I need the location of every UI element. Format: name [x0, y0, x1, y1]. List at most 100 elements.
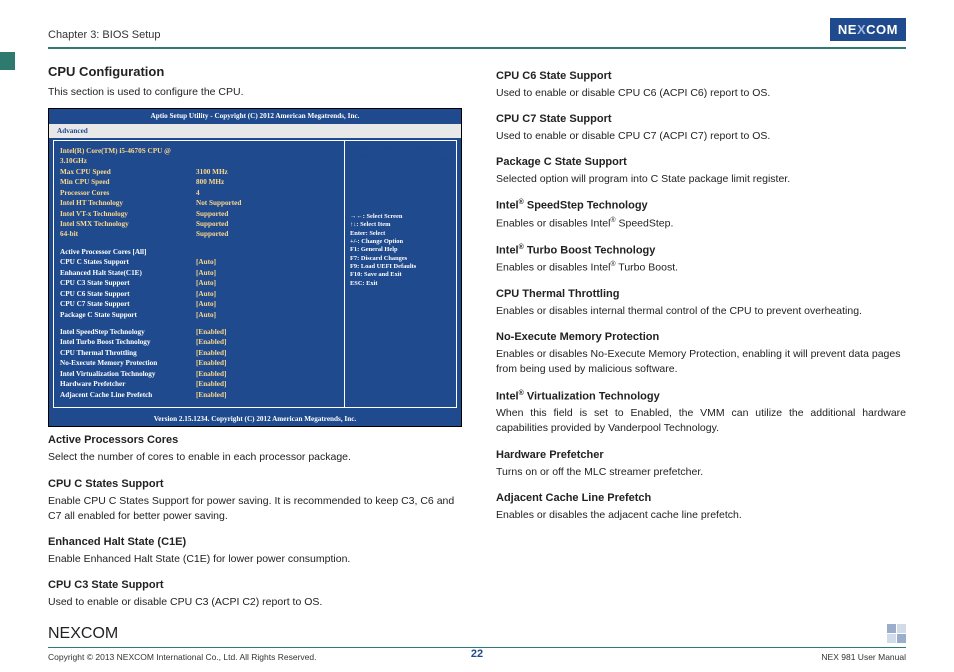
bios-tab-advanced: Advanced: [49, 124, 461, 138]
definition-heading: Intel® Virtualization Technology: [496, 389, 906, 406]
bios-row-value: [Enabled]: [196, 358, 226, 368]
content-columns: CPU Configuration This section is used t…: [0, 49, 954, 612]
bios-row-value: Not Supported: [196, 198, 241, 208]
bios-row-label: Processor Cores: [60, 188, 196, 198]
definition-body: Enables or disables the adjacent cache l…: [496, 508, 906, 523]
bios-row: Intel(R) Core(TM) i5-4670S CPU @ 3.10GHz: [60, 146, 338, 167]
bios-row-value: [Auto]: [196, 268, 216, 278]
bios-row: CPU C6 State Support[Auto]: [60, 289, 338, 299]
bios-row-label: Intel VT-x Technology: [60, 209, 196, 219]
definition-body: Enable CPU C States Support for power sa…: [48, 494, 462, 524]
definition-body: When this field is set to Enabled, the V…: [496, 406, 906, 436]
page-header: Chapter 3: BIOS Setup NEXCOM: [0, 0, 954, 41]
definition-body: Enables or disables No-Execute Memory Pr…: [496, 347, 906, 377]
bios-row: Package C State Support[Auto]: [60, 310, 338, 320]
bios-row-label: CPU Thermal Throttling: [60, 348, 196, 358]
footer-rule: [48, 647, 906, 648]
bios-row-value: [Auto]: [196, 310, 216, 320]
bios-help-text: Select the number of cores to enable in …: [350, 146, 451, 163]
bios-row-value: [Auto]: [196, 278, 216, 288]
definition-body: Used to enable or disable CPU C7 (ACPI C…: [496, 129, 906, 144]
bios-row-label: Hardware Prefetcher: [60, 379, 196, 389]
bios-row: Min CPU Speed800 MHz: [60, 177, 338, 187]
definition-body: Enables or disables Intel® SpeedStep.: [496, 216, 906, 232]
bios-hint-line: ESC: Exit: [350, 280, 451, 288]
bios-key-hints: →←: Select Screen↑↓: Select ItemEnter: S…: [350, 213, 451, 288]
bios-row-value: Supported: [196, 229, 228, 239]
bios-row: Intel SMX TechnologySupported: [60, 219, 338, 229]
footer-doc: NEX 981 User Manual: [821, 652, 906, 662]
bios-body: Intel(R) Core(TM) i5-4670S CPU @ 3.10GHz…: [53, 140, 457, 408]
footer-icon-grid: [887, 624, 906, 643]
bios-row-value: [Auto]: [196, 289, 216, 299]
bios-row: Hardware Prefetcher[Enabled]: [60, 379, 338, 389]
page-footer: NEXCOM Copyright © 2013 NEXCOM Internati…: [0, 624, 954, 662]
bios-row: CPU C7 State Support[Auto]: [60, 299, 338, 309]
definition-heading: CPU C States Support: [48, 477, 462, 493]
bios-row: Adjacent Cache Line Prefetch[Enabled]: [60, 390, 338, 400]
bios-enabled-block: Intel SpeedStep Technology[Enabled]Intel…: [60, 327, 338, 400]
footer-logo-right: COM: [81, 625, 118, 642]
definition-heading: CPU C3 State Support: [48, 578, 462, 594]
definition-heading: CPU Thermal Throttling: [496, 287, 906, 303]
logo-part-left: NE: [838, 22, 857, 37]
bios-row: Intel VT-x TechnologySupported: [60, 209, 338, 219]
bios-row-value: [Auto]: [196, 257, 216, 267]
footer-logo-left: NE: [48, 625, 70, 642]
definition-body: Enables or disables Intel® Turbo Boost.: [496, 260, 906, 276]
bios-row-label: Enhanced Halt State(C1E): [60, 268, 196, 278]
bios-cstate-block: CPU C States Support[Auto]Enhanced Halt …: [60, 257, 338, 320]
bios-row-label: Max CPU Speed: [60, 167, 196, 177]
footer-logo-x: X: [70, 625, 81, 642]
bios-row-label: CPU C7 State Support: [60, 299, 196, 309]
bios-row-label: Intel Virtualization Technology: [60, 369, 196, 379]
bios-row-label: Intel(R) Core(TM) i5-4670S CPU @ 3.10GHz: [60, 146, 196, 167]
bios-row-label: Intel SMX Technology: [60, 219, 196, 229]
bios-row-value: 4: [196, 188, 200, 198]
bios-row: Intel SpeedStep Technology[Enabled]: [60, 327, 338, 337]
definition-heading: Intel® Turbo Boost Technology: [496, 243, 906, 260]
definition-body: Turns on or off the MLC streamer prefetc…: [496, 465, 906, 480]
bios-hint-line: F10: Save and Exit: [350, 271, 451, 279]
square-icon: [897, 624, 906, 633]
logo-part-right: COM: [866, 22, 898, 37]
definition-heading: No-Execute Memory Protection: [496, 330, 906, 346]
bios-row-label: Intel SpeedStep Technology: [60, 327, 196, 337]
bios-row-label: CPU C3 State Support: [60, 278, 196, 288]
bios-row: Processor Cores4: [60, 188, 338, 198]
definition-heading: Active Processors Cores: [48, 433, 462, 449]
bios-row-value: Supported: [196, 219, 228, 229]
bios-row-value: [All]: [132, 248, 146, 256]
bios-footer: Version 2.15.1234. Copyright (C) 2012 Am…: [49, 412, 461, 426]
bios-row-label: CPU C6 State Support: [60, 289, 196, 299]
bios-row: CPU C3 State Support[Auto]: [60, 278, 338, 288]
bios-row: Intel HT TechnologyNot Supported: [60, 198, 338, 208]
right-column: CPU C6 State SupportUsed to enable or di…: [496, 63, 906, 612]
bios-left-panel: Intel(R) Core(TM) i5-4670S CPU @ 3.10GHz…: [54, 141, 344, 407]
bios-row-value: [Enabled]: [196, 348, 226, 358]
bios-row-label: Intel HT Technology: [60, 198, 196, 208]
bios-row-value: [Enabled]: [196, 327, 226, 337]
bios-hint-line: Enter: Select: [350, 230, 451, 238]
bios-row-label: Intel Turbo Boost Technology: [60, 337, 196, 347]
definition-body: Enables or disables internal thermal con…: [496, 304, 906, 319]
square-icon: [897, 634, 906, 643]
bios-row-value: [Enabled]: [196, 390, 226, 400]
definition-body: Used to enable or disable CPU C3 (ACPI C…: [48, 595, 462, 610]
square-icon: [887, 634, 896, 643]
section-intro: This section is used to configure the CP…: [48, 85, 462, 100]
left-definitions: Active Processors CoresSelect the number…: [48, 433, 462, 610]
bios-row-label: Adjacent Cache Line Prefetch: [60, 390, 196, 400]
definition-heading: Adjacent Cache Line Prefetch: [496, 491, 906, 507]
bios-hint-line: +/-: Change Option: [350, 238, 451, 246]
logo-part-x: X: [857, 22, 866, 37]
bios-hint-line: F9: Load UEFI Defaults: [350, 263, 451, 271]
definition-heading: Intel® SpeedStep Technology: [496, 198, 906, 215]
bios-row-value: 3100 MHz: [196, 167, 228, 177]
bios-row-label: Package C State Support: [60, 310, 196, 320]
bios-row: Intel Turbo Boost Technology[Enabled]: [60, 337, 338, 347]
section-title: CPU Configuration: [48, 63, 462, 82]
bios-row: No-Execute Memory Protection[Enabled]: [60, 358, 338, 368]
chapter-label: Chapter 3: BIOS Setup: [48, 29, 161, 41]
definition-heading: Enhanced Halt State (C1E): [48, 535, 462, 551]
